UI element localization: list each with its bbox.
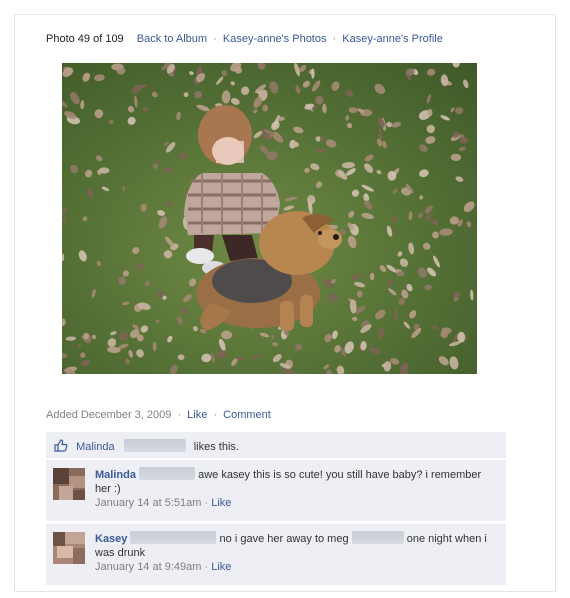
photo-meta: Added December 3, 2009 · Like · Comment — [46, 409, 271, 421]
separator: · — [204, 561, 209, 573]
separator: · — [213, 409, 218, 421]
commenter-name-link[interactable]: Kasey — [95, 533, 127, 545]
separator: · — [204, 497, 209, 509]
comment-timestamp: January 14 at 9:49am · Like — [95, 561, 231, 573]
avatar[interactable] — [53, 532, 85, 564]
avatar[interactable] — [53, 468, 85, 500]
redacted-name — [351, 531, 404, 544]
added-date: Added December 3, 2009 — [46, 409, 172, 421]
liker-name-link[interactable]: Malinda — [76, 441, 115, 453]
likes-bar: Malinda likes this. — [46, 432, 506, 458]
like-photo-link[interactable]: Like — [187, 409, 207, 421]
separator: · — [213, 33, 217, 45]
thumbs-up-icon — [54, 439, 68, 452]
owner-photos-link[interactable]: Kasey-anne's Photos — [223, 33, 327, 45]
comment-body: Kasey no i gave her away to meg one nigh… — [95, 531, 495, 574]
redacted-name — [139, 467, 196, 480]
owner-profile-link[interactable]: Kasey-anne's Profile — [342, 33, 443, 45]
comment-photo-link[interactable]: Comment — [223, 409, 271, 421]
like-comment-link[interactable]: Like — [211, 561, 231, 573]
comment-item: Malinda awe kasey this is so cute! you s… — [46, 459, 506, 521]
timestamp-text: January 14 at 5:51am — [95, 497, 202, 509]
timestamp-text: January 14 at 9:49am — [95, 561, 202, 573]
separator: · — [177, 409, 182, 421]
comment-text: no i gave her away to meg — [219, 533, 349, 545]
separator: · — [332, 33, 337, 45]
comment-body: Malinda awe kasey this is so cute! you s… — [95, 467, 495, 510]
back-to-album-link[interactable]: Back to Album — [137, 33, 207, 45]
redacted-name — [130, 531, 217, 544]
photo-nav-bar: Photo 49 of 109 Back to Album · Kasey-an… — [46, 33, 443, 45]
photo-count: Photo 49 of 109 — [46, 33, 124, 45]
main-photo[interactable] — [62, 63, 477, 374]
comment-item: Kasey no i gave her away to meg one nigh… — [46, 523, 506, 585]
commenter-name-link[interactable]: Malinda — [95, 469, 136, 481]
photo-image — [62, 63, 477, 374]
like-comment-link[interactable]: Like — [211, 497, 231, 509]
likes-text: likes this. — [193, 441, 239, 453]
comment-timestamp: January 14 at 5:51am · Like — [95, 497, 231, 509]
redacted-name — [123, 439, 186, 452]
